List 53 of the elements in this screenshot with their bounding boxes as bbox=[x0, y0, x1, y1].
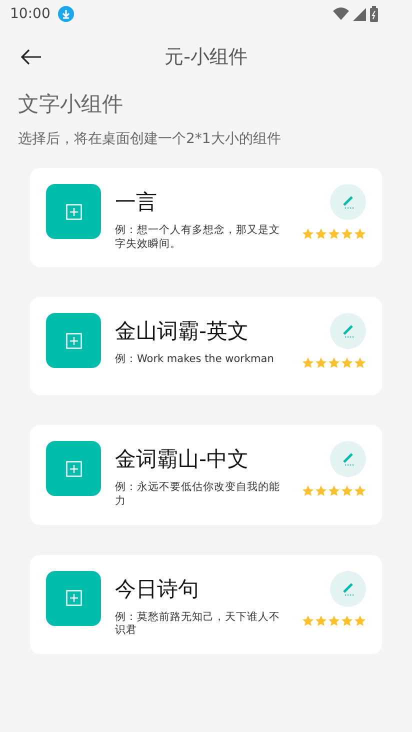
status-time: 10:00 bbox=[10, 6, 50, 22]
edit-button[interactable] bbox=[330, 441, 366, 478]
add-icon bbox=[66, 590, 82, 606]
star-icon bbox=[354, 614, 366, 627]
star-icon bbox=[302, 614, 314, 627]
star-icon bbox=[341, 485, 353, 498]
widget-card[interactable]: 一言 例：想一个人有多想念，那又是文字失效瞬间。 bbox=[30, 168, 382, 268]
star-icon bbox=[315, 614, 327, 627]
star-icon bbox=[354, 357, 366, 370]
star-icon bbox=[341, 357, 353, 370]
widget-card[interactable]: 金词霸山-中文 例：永远不要低估你改变自我的能力 bbox=[30, 425, 382, 525]
star-icon bbox=[302, 485, 314, 498]
add-widget-tile[interactable] bbox=[46, 184, 101, 239]
add-widget-tile[interactable] bbox=[46, 441, 101, 496]
star-icon bbox=[315, 357, 327, 370]
widget-name: 金山词霸-英文 bbox=[115, 318, 250, 346]
star-icon bbox=[328, 614, 340, 627]
page-title: 元-小组件 bbox=[164, 45, 248, 70]
widget-name: 一言 bbox=[115, 189, 158, 216]
battery-icon bbox=[370, 6, 378, 22]
signal-icon bbox=[353, 8, 366, 20]
star-icon bbox=[315, 485, 327, 498]
back-icon[interactable] bbox=[20, 49, 42, 65]
widget-example: 例：想一个人有多想念，那又是文字失效瞬间。 bbox=[115, 224, 281, 252]
star-icon bbox=[341, 228, 353, 240]
edit-button[interactable] bbox=[330, 184, 366, 220]
widget-example: 例：莫愁前路无知己，天下谁人不识君 bbox=[115, 610, 281, 638]
star-icon bbox=[328, 228, 340, 240]
add-icon bbox=[66, 204, 82, 220]
wifi-icon bbox=[333, 7, 349, 21]
section-title: 文字小组件 bbox=[17, 91, 124, 118]
star-icon bbox=[302, 357, 314, 370]
widget-card[interactable]: 今日诗句 例：莫愁前路无知己，天下谁人不识君 bbox=[30, 554, 382, 654]
edit-button[interactable] bbox=[330, 313, 366, 350]
star-icon bbox=[315, 228, 327, 240]
add-widget-tile[interactable] bbox=[46, 313, 101, 368]
star-icon bbox=[302, 228, 314, 240]
star-icon bbox=[354, 228, 366, 240]
download-icon bbox=[58, 6, 74, 22]
widget-name: 金词霸山-中文 bbox=[115, 446, 250, 474]
star-icon bbox=[328, 357, 340, 370]
widget-example: 例：永远不要低估你改变自我的能力 bbox=[115, 481, 281, 509]
widget-card[interactable]: 金山词霸-英文 例：Work makes the workman bbox=[30, 297, 382, 396]
widget-example: 例：Work makes the workman bbox=[115, 353, 275, 367]
add-icon bbox=[66, 460, 82, 477]
edit-button[interactable] bbox=[330, 570, 366, 607]
section-description: 选择后，将在桌面创建一个2*1大小的组件 bbox=[17, 130, 282, 148]
add-widget-tile[interactable] bbox=[46, 570, 101, 626]
star-icon bbox=[354, 485, 366, 498]
widget-name: 今日诗句 bbox=[115, 576, 200, 603]
star-icon bbox=[328, 485, 340, 498]
add-icon bbox=[66, 332, 82, 349]
star-icon bbox=[341, 614, 353, 627]
